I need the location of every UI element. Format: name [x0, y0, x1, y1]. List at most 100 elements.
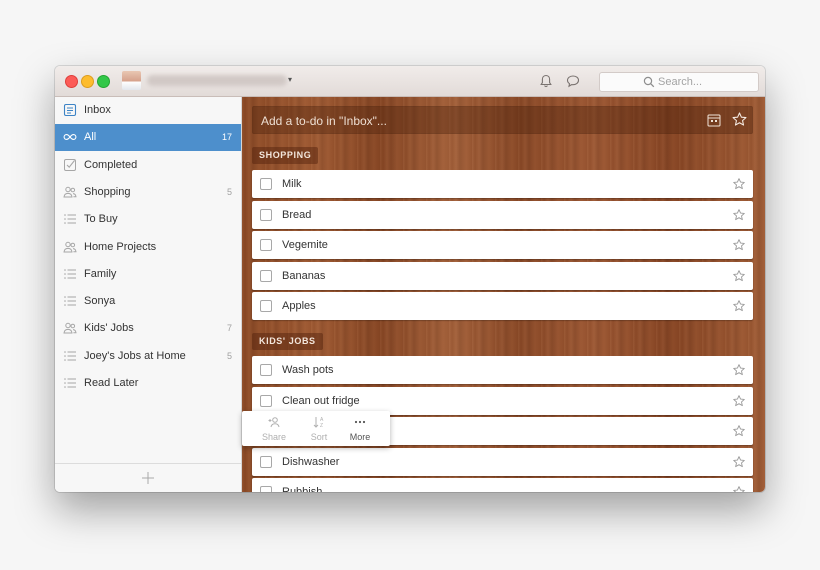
- sidebar-item-label: Kids' Jobs: [84, 322, 134, 335]
- people-icon: [63, 186, 77, 198]
- infinity-icon: [63, 134, 77, 141]
- list-icon: [64, 378, 76, 388]
- bell-icon[interactable]: [538, 73, 554, 89]
- sidebar-item-label: Family: [84, 267, 117, 280]
- sidebar-item-inbox[interactable]: Inbox: [55, 97, 241, 124]
- sidebar-item-home-projects[interactable]: Home Projects: [55, 234, 241, 261]
- task-title: Apples: [282, 300, 316, 313]
- sidebar-item-completed[interactable]: Completed: [55, 152, 241, 179]
- task-checkbox[interactable]: [260, 178, 272, 190]
- task-checkbox[interactable]: [260, 269, 272, 282]
- task-checkbox[interactable]: [260, 208, 272, 221]
- task-row[interactable]: Bread: [252, 200, 753, 229]
- zoom-window-button[interactable]: [97, 75, 110, 88]
- star-icon[interactable]: [731, 111, 748, 128]
- sidebar-item-shopping[interactable]: Shopping 5: [55, 179, 241, 206]
- list-icon: [64, 296, 76, 306]
- task-checkbox[interactable]: [260, 486, 272, 492]
- add-todo-input[interactable]: Add a to-do in "Inbox"...: [252, 106, 753, 134]
- star-icon[interactable]: [732, 299, 746, 313]
- task-row[interactable]: Rubbish: [252, 478, 753, 492]
- sidebar-item-count: 5: [226, 350, 232, 361]
- star-icon[interactable]: [732, 455, 746, 469]
- task-title: Wash pots: [282, 364, 334, 376]
- list-icon: [64, 268, 76, 279]
- sidebar-item-to-buy[interactable]: To Buy: [55, 206, 241, 233]
- sidebar-item-label: Sonya: [84, 295, 116, 308]
- add-list-icon[interactable]: [141, 471, 155, 485]
- task-title: Dishwasher: [282, 455, 340, 468]
- sort-button[interactable]: A Z Sort: [299, 411, 339, 446]
- task-title: Clean out fridge: [282, 394, 360, 407]
- sidebar-item-label: Home Projects: [84, 240, 157, 253]
- task-row[interactable]: Wash pots: [252, 356, 753, 384]
- close-window-button[interactable]: [65, 75, 78, 88]
- task-row[interactable]: Vegemite: [252, 231, 753, 260]
- sidebar-item-label: To Buy: [84, 213, 118, 226]
- sidebar-item-all[interactable]: All 17: [55, 124, 241, 152]
- sidebar-item-count: 17: [221, 132, 232, 143]
- section-header[interactable]: KIDS' JOBS: [252, 333, 323, 350]
- sidebar-item-label: All: [84, 131, 97, 144]
- selection-toolbar: Share A Z Sort More: [242, 411, 390, 446]
- task-checkbox[interactable]: [260, 300, 272, 313]
- add-person-icon: [268, 417, 280, 428]
- task-checkbox[interactable]: [260, 239, 272, 252]
- star-icon[interactable]: [732, 394, 746, 408]
- minimize-window-button[interactable]: [81, 75, 94, 88]
- task-checkbox[interactable]: [260, 394, 272, 407]
- account-dropdown-icon[interactable]: ▾: [288, 75, 292, 84]
- task-checkbox[interactable]: [260, 455, 272, 468]
- sidebar-item-label: Shopping: [84, 185, 131, 198]
- task-title: Bananas: [282, 269, 326, 282]
- sort-icon: A Z: [313, 417, 324, 428]
- title-bar: ▾ Search...: [55, 66, 765, 97]
- task-title: Vegemite: [282, 239, 328, 252]
- sort-label: Sort: [310, 432, 328, 442]
- star-icon[interactable]: [732, 177, 746, 191]
- star-icon[interactable]: [732, 238, 746, 252]
- star-icon[interactable]: [732, 363, 746, 377]
- share-label: Share: [261, 432, 287, 442]
- task-row[interactable]: Bananas: [252, 261, 753, 290]
- list-icon: [64, 350, 76, 361]
- svg-text:Z: Z: [320, 423, 323, 428]
- people-icon: [63, 323, 77, 334]
- sidebar: Inbox All 17 Completed Shopping 5 To Buy Home P…: [55, 97, 242, 492]
- sidebar-item-joey-s-jobs-at-home[interactable]: Joey's Jobs at Home 5: [55, 343, 241, 370]
- task-checkbox[interactable]: [260, 364, 272, 376]
- sidebar-item-label: Read Later: [84, 377, 139, 389]
- task-row[interactable]: Milk: [252, 170, 753, 198]
- list-icon: [64, 214, 76, 224]
- more-button[interactable]: More: [340, 411, 380, 446]
- search-field[interactable]: Search...: [599, 72, 759, 92]
- sidebar-item-sonya[interactable]: Sonya: [55, 288, 241, 315]
- star-icon[interactable]: [732, 485, 746, 492]
- task-row[interactable]: Apples: [252, 292, 753, 321]
- search-placeholder: Search...: [658, 76, 703, 88]
- inbox-icon: [63, 103, 77, 117]
- task-row[interactable]: Dishwasher: [252, 447, 753, 476]
- star-icon[interactable]: [732, 424, 746, 438]
- comment-icon[interactable]: [565, 73, 581, 89]
- star-icon[interactable]: [732, 269, 746, 283]
- sidebar-item-read-later[interactable]: Read Later: [55, 370, 241, 397]
- sidebar-item-label: Completed: [84, 158, 138, 171]
- sidebar-item-kids-jobs[interactable]: Kids' Jobs 7: [55, 315, 241, 342]
- share-button[interactable]: Share: [254, 411, 294, 446]
- sidebar-footer: [55, 463, 241, 492]
- calendar-icon[interactable]: [707, 113, 721, 127]
- sidebar-item-family[interactable]: Family: [55, 261, 241, 288]
- section-header[interactable]: SHOPPING: [252, 147, 319, 164]
- avatar[interactable]: [122, 71, 141, 90]
- task-title: Bread: [282, 208, 312, 221]
- task-title: Rubbish: [282, 486, 322, 492]
- star-icon[interactable]: [732, 208, 746, 222]
- sidebar-item-count: 7: [226, 323, 232, 334]
- ellipsis-icon: [354, 420, 366, 424]
- sidebar-item-label: Joey's Jobs at Home: [84, 349, 186, 362]
- people-icon: [63, 241, 77, 252]
- account-email-blurred[interactable]: [147, 75, 287, 86]
- sidebar-item-label: Inbox: [84, 104, 111, 116]
- app-window: ▾ Search... Inbox All 17 Completed Shopping 5…: [55, 66, 765, 492]
